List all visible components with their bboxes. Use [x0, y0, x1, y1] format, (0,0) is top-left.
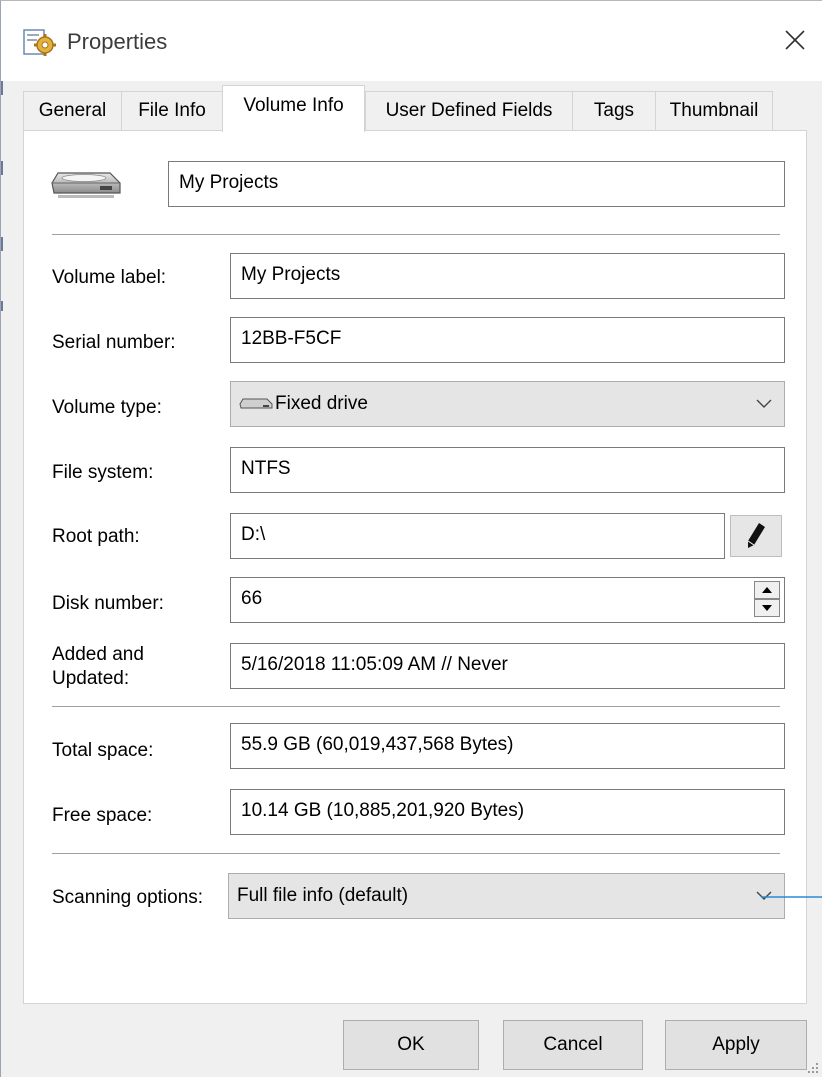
added-updated-label: Added and Updated: [52, 643, 144, 691]
volume-info-panel: My Projects Volume label: My Projects Se… [23, 130, 807, 1004]
cancel-button[interactable]: Cancel [503, 1020, 643, 1070]
arrow-up-icon [762, 587, 772, 593]
file-system-label: File system: [52, 462, 154, 483]
free-space-field[interactable]: 10.14 GB (10,885,201,920 Bytes) [230, 789, 785, 835]
serial-number-label: Serial number: [52, 332, 176, 353]
tab-volume-info[interactable]: Volume Info [222, 85, 365, 132]
properties-gear-icon [23, 27, 57, 57]
window-title: Properties [67, 29, 168, 54]
root-path-field[interactable]: D:\ [230, 513, 725, 559]
tab-tags[interactable]: Tags [572, 91, 656, 131]
close-button[interactable] [771, 15, 819, 65]
volume-label-field[interactable]: My Projects [230, 253, 785, 299]
annotation-pointer-line [761, 896, 822, 898]
root-path-label: Root path: [52, 526, 140, 547]
volume-type-value: Fixed drive [275, 393, 368, 414]
properties-dialog: Properties General File Info Volume Info… [0, 0, 822, 1077]
edit-root-path-button[interactable] [730, 515, 782, 557]
pencil-icon [747, 523, 765, 548]
fixed-drive-icon [239, 396, 273, 412]
separator [52, 706, 780, 707]
added-updated-field[interactable]: 5/16/2018 11:05:09 AM // Never [230, 643, 785, 689]
title-bar: Properties [1, 1, 822, 81]
volume-type-label: Volume type: [52, 397, 162, 418]
total-space-field[interactable]: 55.9 GB (60,019,437,568 Bytes) [230, 723, 785, 769]
total-space-label: Total space: [52, 740, 154, 761]
volume-type-dropdown[interactable]: Fixed drive [230, 381, 785, 427]
arrow-down-icon [762, 605, 772, 611]
tab-general[interactable]: General [23, 91, 122, 131]
apply-button[interactable]: Apply [665, 1020, 807, 1070]
tab-thumbnail[interactable]: Thumbnail [655, 91, 773, 131]
volume-name-field[interactable]: My Projects [168, 161, 785, 207]
stepper-down-button[interactable] [754, 599, 780, 617]
ok-button[interactable]: OK [343, 1020, 479, 1070]
close-icon [785, 30, 805, 50]
free-space-label: Free space: [52, 805, 153, 826]
chevron-down-icon [756, 399, 772, 408]
volume-label-label: Volume label: [52, 267, 167, 288]
disk-number-field[interactable]: 66 [230, 577, 785, 623]
scanning-options-label: Scanning options: [52, 887, 204, 908]
added-updated-label-line2: Updated: [52, 668, 130, 689]
added-updated-label-line1: Added and [52, 644, 144, 665]
scanning-options-value: Full file info (default) [237, 885, 409, 906]
hard-drive-icon [50, 167, 122, 201]
scanning-options-dropdown[interactable]: Full file info (default) [228, 873, 785, 919]
tab-user-defined-fields[interactable]: User Defined Fields [365, 91, 573, 131]
separator [52, 853, 780, 854]
stepper-up-button[interactable] [754, 581, 780, 599]
resize-grip-icon[interactable] [804, 1059, 820, 1075]
disk-number-stepper[interactable] [754, 581, 780, 617]
separator [52, 234, 780, 235]
file-system-field[interactable]: NTFS [230, 447, 785, 493]
serial-number-field[interactable]: 12BB-F5CF [230, 317, 785, 363]
tab-file-info[interactable]: File Info [121, 91, 223, 131]
disk-number-label: Disk number: [52, 593, 164, 614]
